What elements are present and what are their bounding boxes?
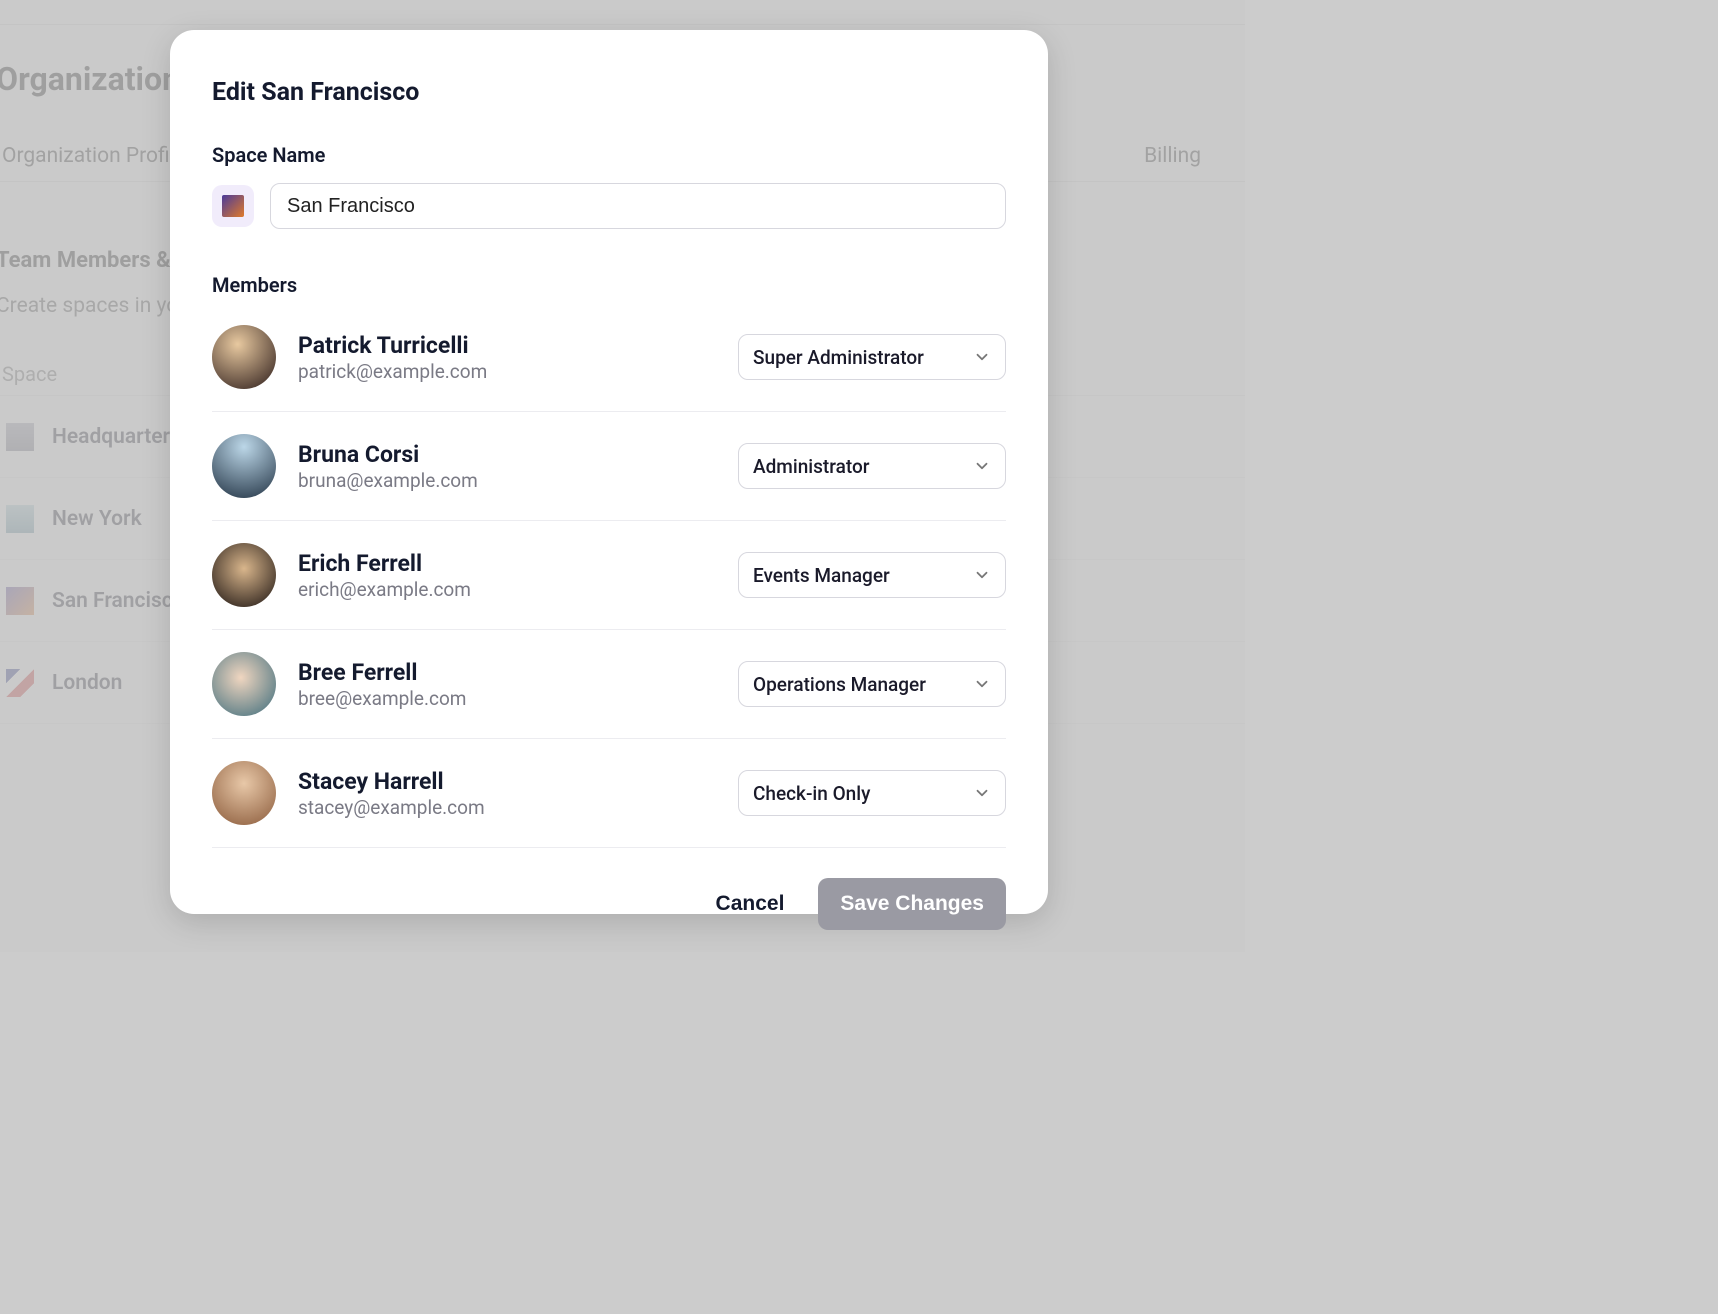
member-name: Erich Ferrell [298,549,716,579]
members-list: Patrick Turricelli patrick@example.com S… [212,315,1006,848]
member-row: Stacey Harrell stacey@example.com Check-… [212,739,1006,848]
member-row: Bree Ferrell bree@example.com Operations… [212,630,1006,739]
member-name: Bruna Corsi [298,440,716,470]
role-select[interactable]: Operations Manager [738,661,1006,707]
member-row: Erich Ferrell erich@example.com Events M… [212,521,1006,630]
bridge-icon [222,195,244,217]
chevron-down-icon [973,566,991,584]
member-name: Bree Ferrell [298,658,716,688]
avatar [212,761,276,825]
space-name-input[interactable] [270,183,1006,229]
role-select[interactable]: Check-in Only [738,770,1006,816]
role-value: Check-in Only [753,782,870,805]
cancel-button[interactable]: Cancel [710,882,791,926]
avatar [212,434,276,498]
role-select[interactable]: Administrator [738,443,1006,489]
member-email: erich@example.com [298,578,716,601]
avatar [212,652,276,716]
role-value: Administrator [753,455,869,478]
save-changes-button[interactable]: Save Changes [818,878,1006,930]
chevron-down-icon [973,675,991,693]
avatar [212,543,276,607]
member-name: Patrick Turricelli [298,331,716,361]
space-name-label: Space Name [212,143,1006,167]
member-row: Bruna Corsi bruna@example.com Administra… [212,412,1006,521]
role-select[interactable]: Events Manager [738,552,1006,598]
member-email: patrick@example.com [298,360,716,383]
edit-space-modal: Edit San Francisco Space Name Members Pa… [170,30,1048,914]
chevron-down-icon [973,784,991,802]
role-value: Events Manager [753,564,890,587]
space-icon-picker[interactable] [212,185,254,227]
role-value: Operations Manager [753,673,926,696]
member-email: bree@example.com [298,687,716,710]
chevron-down-icon [973,457,991,475]
role-value: Super Administrator [753,346,924,369]
modal-title: Edit San Francisco [212,78,1006,107]
members-label: Members [212,273,1006,297]
role-select[interactable]: Super Administrator [738,334,1006,380]
member-row: Patrick Turricelli patrick@example.com S… [212,315,1006,412]
member-email: stacey@example.com [298,796,716,819]
member-name: Stacey Harrell [298,767,716,797]
chevron-down-icon [973,348,991,366]
member-email: bruna@example.com [298,469,716,492]
avatar [212,325,276,389]
